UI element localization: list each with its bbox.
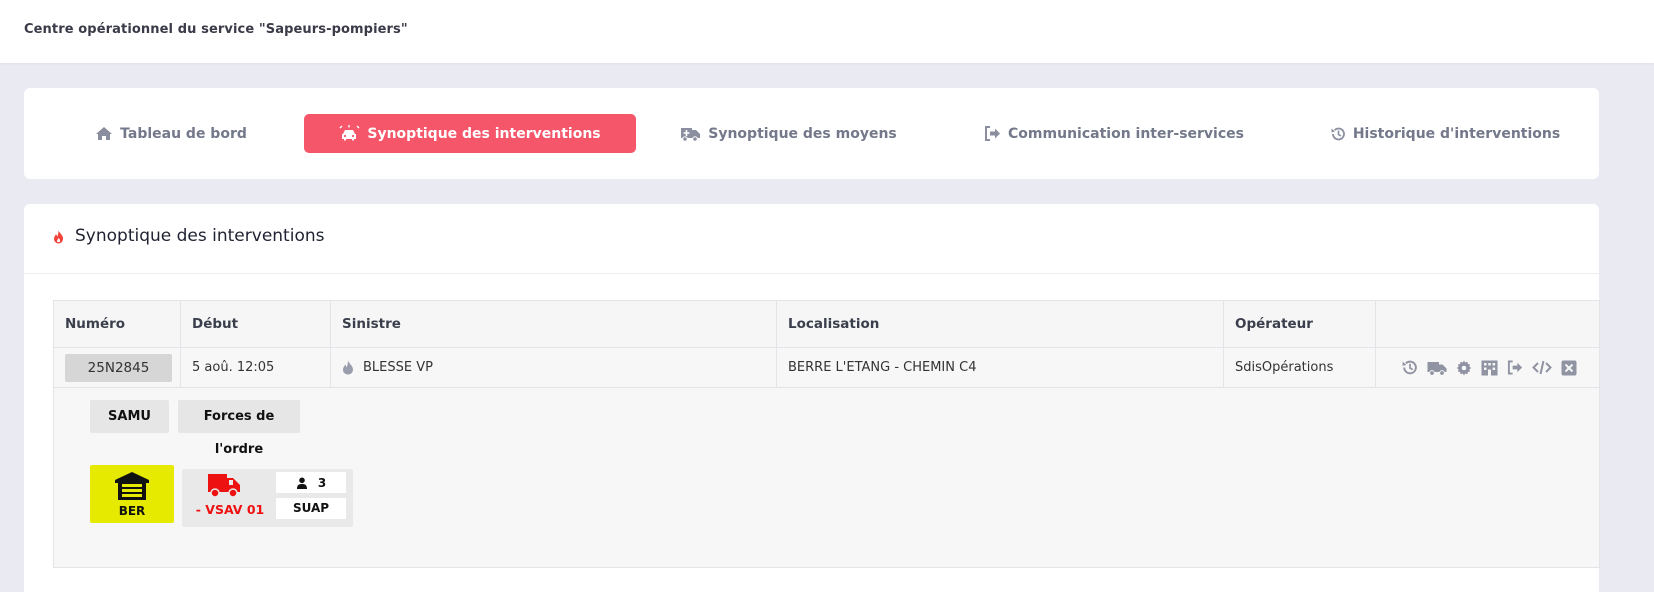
fire-icon	[53, 229, 64, 248]
app-title: Centre opérationnel du service "Sapeurs-…	[24, 22, 408, 37]
tab-label: Synoptique des interventions	[367, 125, 601, 142]
vehicle-name: - VSAV 01	[195, 502, 265, 517]
car-crash-icon	[339, 125, 360, 142]
column-header-actions	[1375, 300, 1600, 348]
tab-communication-inter-services[interactable]: Communication inter-services	[985, 114, 1244, 153]
station-label: BER	[118, 504, 146, 518]
intervention-number-badge[interactable]: 25N2845	[65, 353, 172, 382]
row-actions	[1387, 359, 1599, 376]
tab-label: Communication inter-services	[1008, 125, 1244, 142]
history-icon	[1330, 126, 1346, 142]
cell-debut: 5 aoû. 12:05	[180, 347, 331, 388]
gear-icon[interactable]	[1456, 360, 1472, 376]
intervention-detail-panel: SAMU Forces de l'ordre BER - VSAV 01 3 S…	[53, 388, 1600, 568]
building-icon[interactable]	[1481, 360, 1498, 376]
truck-icon	[207, 472, 241, 503]
tab-label: Synoptique des moyens	[708, 125, 897, 142]
cell-sinistre: BLESSE VP	[363, 360, 433, 375]
sign-out-icon[interactable]	[1507, 360, 1523, 375]
history-icon[interactable]	[1401, 359, 1418, 376]
tab-label: Historique d'interventions	[1352, 125, 1561, 142]
column-header-localisation[interactable]: Localisation	[776, 300, 1224, 348]
nav-card: Tableau de bord Synoptique des intervent…	[24, 88, 1599, 179]
vehicle-type: SUAP	[276, 498, 346, 519]
top-bar: Centre opérationnel du service "Sapeurs-…	[0, 0, 1654, 63]
service-chip-samu[interactable]: SAMU	[90, 400, 169, 433]
ambulance-icon	[680, 126, 701, 142]
station-card[interactable]: BER	[90, 465, 174, 523]
table-row[interactable]: 25N2845 5 aoû. 12:05 BLESSE VP BERRE L'E…	[53, 347, 1600, 388]
garage-icon	[114, 471, 150, 505]
fire-drop-icon	[342, 360, 354, 375]
table-header-row: Numéro Début Sinistre Localisation Opéra…	[53, 300, 1600, 348]
tab-historique-interventions[interactable]: Historique d'interventions	[1331, 114, 1560, 153]
tab-synoptique-moyens[interactable]: Synoptique des moyens	[681, 114, 897, 153]
tab-label: Tableau de bord	[120, 125, 247, 142]
home-icon	[95, 126, 113, 141]
service-chip-forces-ordre[interactable]: Forces de l'ordre	[178, 400, 300, 457]
card-header: Synoptique des interventions	[24, 204, 1599, 274]
vehicle-card[interactable]: - VSAV 01 3 SUAP	[182, 469, 353, 527]
column-header-numero[interactable]: Numéro	[53, 300, 181, 348]
tab-synoptique-interventions[interactable]: Synoptique des interventions	[304, 114, 636, 153]
column-header-sinistre[interactable]: Sinistre	[330, 300, 777, 348]
column-header-debut[interactable]: Début	[180, 300, 331, 348]
sign-out-icon	[984, 126, 1001, 141]
column-header-operateur[interactable]: Opérateur	[1223, 300, 1376, 348]
tab-tableau-de-bord[interactable]: Tableau de bord	[96, 114, 247, 153]
truck-icon[interactable]	[1427, 360, 1447, 376]
main-card: Synoptique des interventions Numéro Débu…	[24, 204, 1600, 592]
crew-count-badge: 3	[276, 472, 346, 493]
interventions-table: Numéro Début Sinistre Localisation Opéra…	[53, 300, 1600, 388]
cell-localisation: BERRE L'ETANG - CHEMIN C4	[776, 347, 1224, 388]
code-icon[interactable]	[1532, 360, 1552, 375]
crew-count: 3	[317, 475, 327, 490]
person-icon	[296, 477, 308, 489]
cell-operateur: SdisOpérations	[1223, 347, 1376, 388]
close-square-icon[interactable]	[1561, 360, 1577, 376]
page-title: Synoptique des interventions	[75, 226, 325, 246]
